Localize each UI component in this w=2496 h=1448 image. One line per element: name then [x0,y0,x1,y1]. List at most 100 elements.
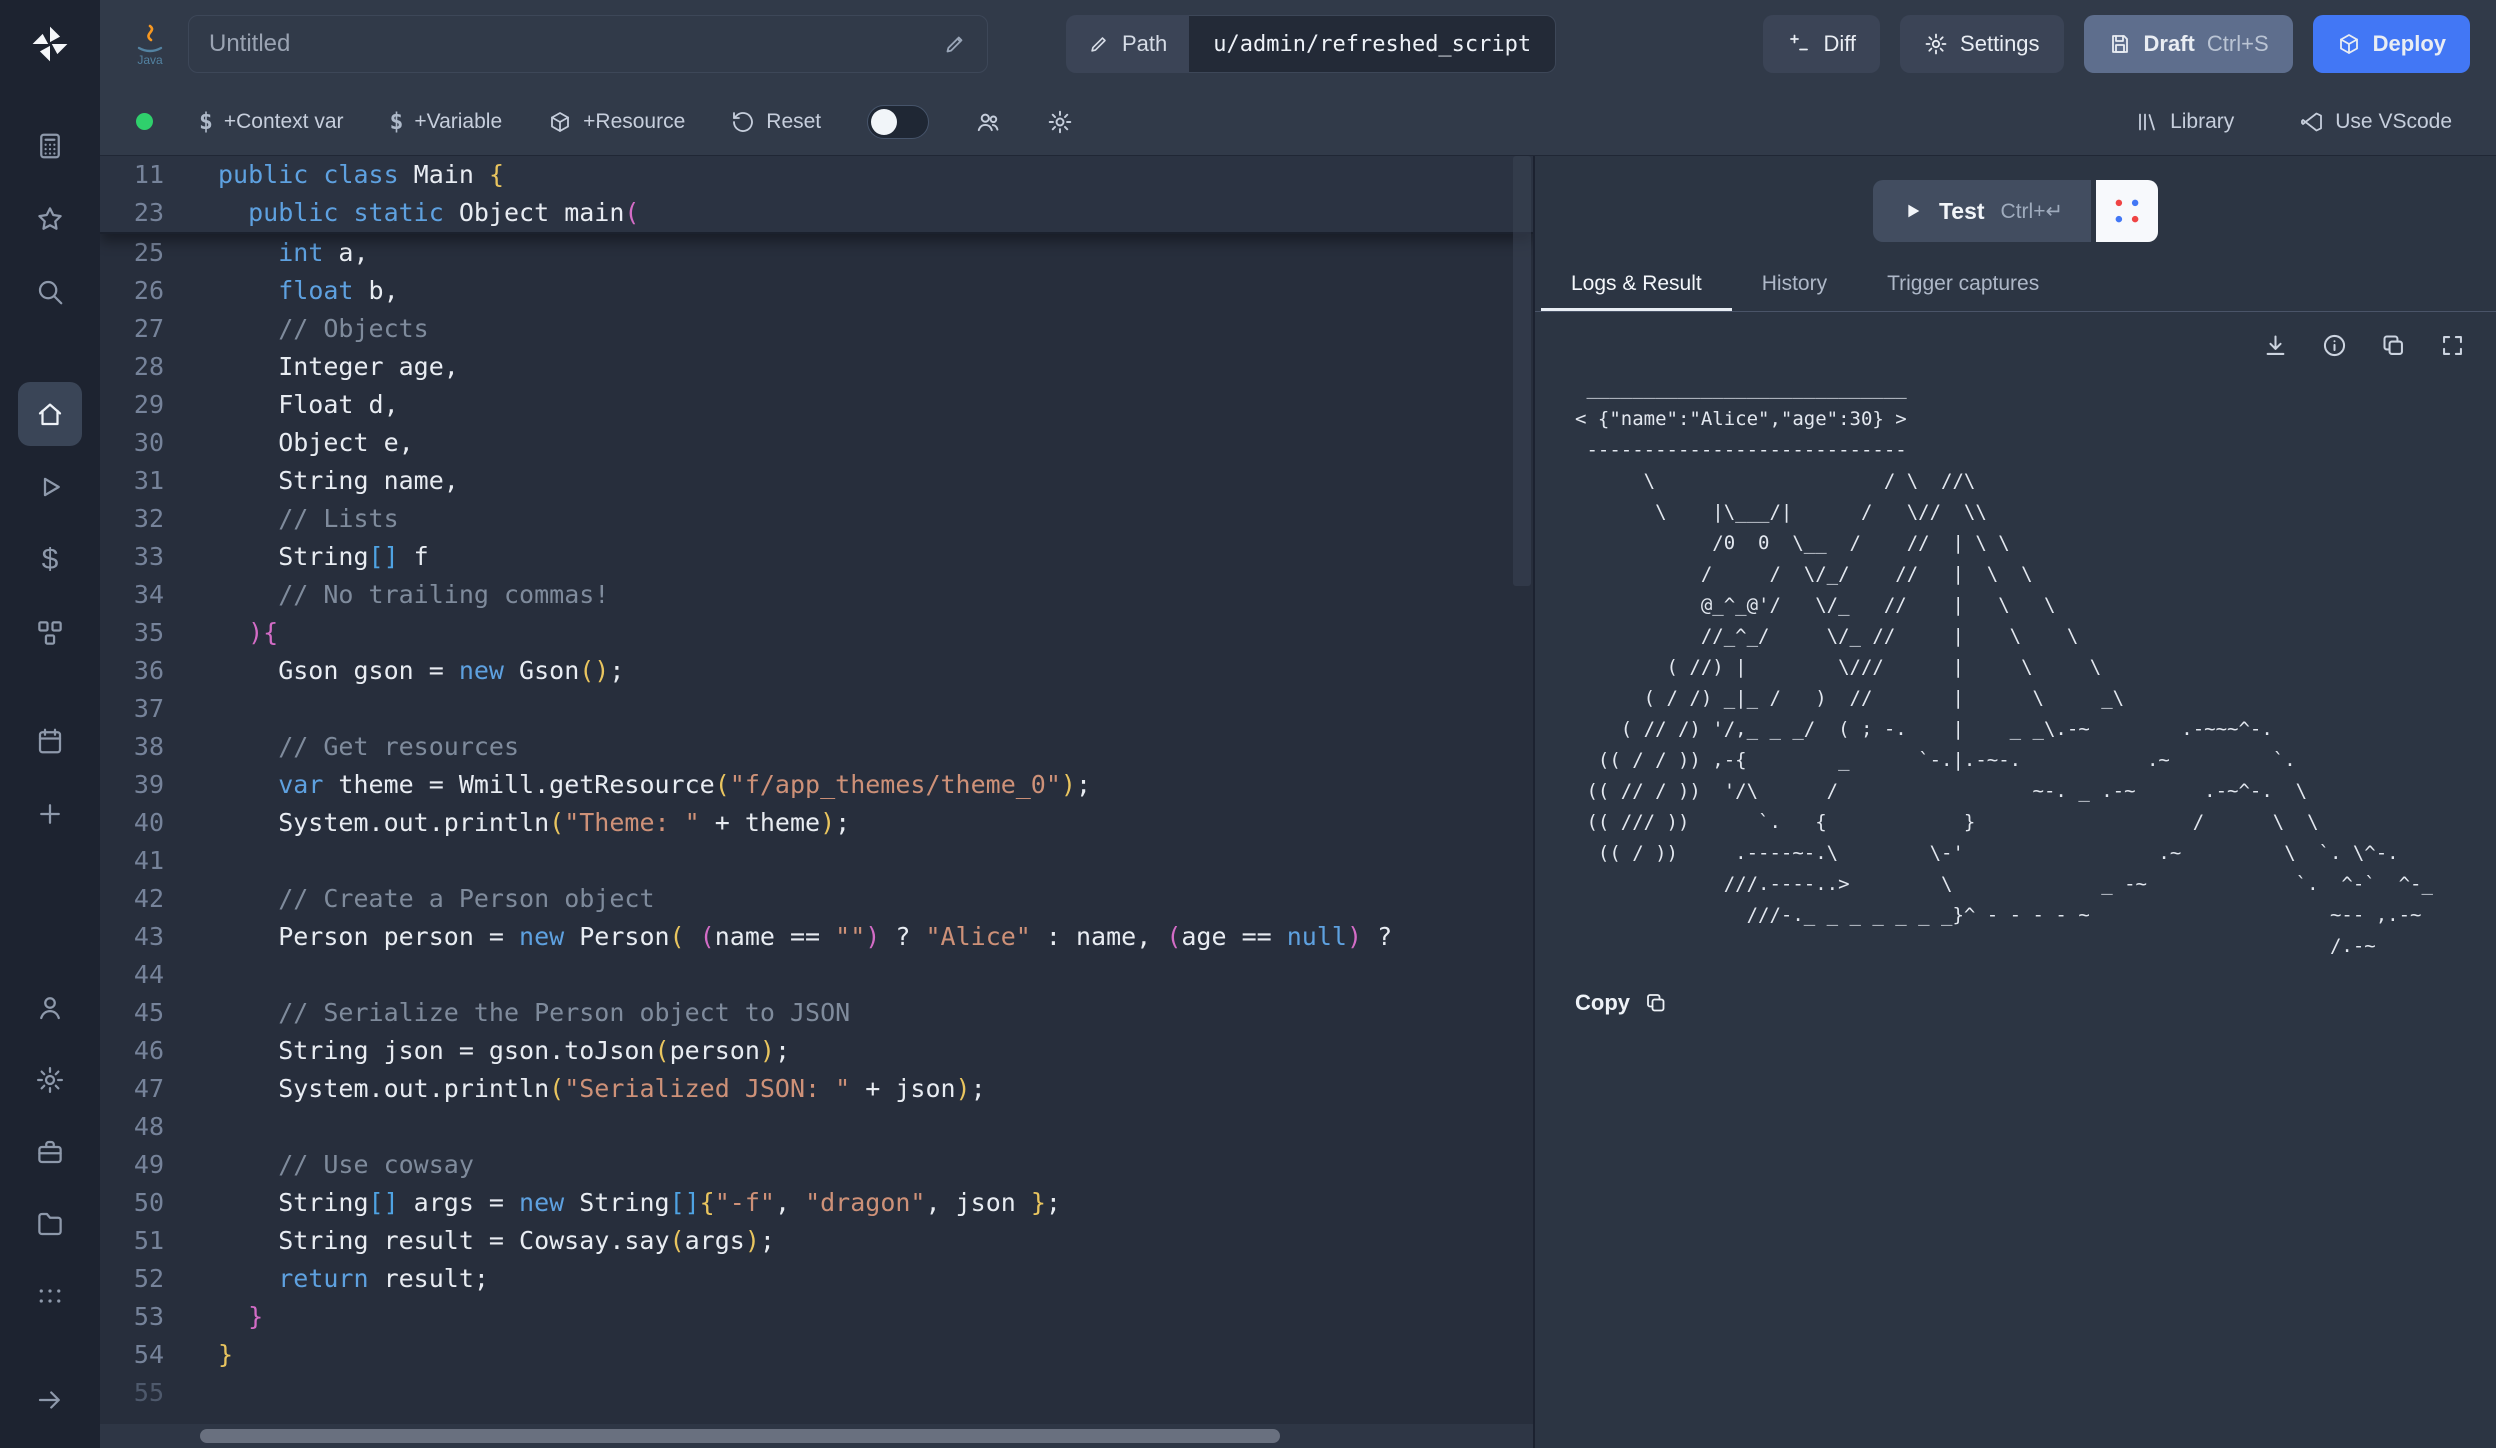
tab-trigger-captures[interactable]: Trigger captures [1857,256,2069,311]
test-button[interactable]: Test Ctrl+↵ [1873,180,2091,242]
code-line[interactable]: 45 // Serialize the Person object to JSO… [100,994,1533,1032]
code-line[interactable]: 34 // No trailing commas! [100,576,1533,614]
code-line[interactable]: 23 public static Object main( [100,194,1533,232]
use-vscode-button[interactable]: Use VScode [2300,110,2452,134]
sidebar-item-runs[interactable] [18,455,82,519]
assistant-toggle[interactable] [867,105,929,139]
code-line[interactable]: 41 [100,842,1533,880]
code-line[interactable]: 47 System.out.println("Serialized JSON: … [100,1070,1533,1108]
sidebar-group-top [18,114,82,324]
line-number: 35 [100,614,164,652]
code-line[interactable]: 52 return result; [100,1260,1533,1298]
sidebar-item-favorites[interactable] [18,187,82,251]
info-icon [2321,332,2348,359]
deploy-button[interactable]: Deploy [2313,15,2470,73]
code-line[interactable]: 51 String result = Cowsay.say(args); [100,1222,1533,1260]
code-line[interactable]: 27 // Objects [100,310,1533,348]
script-name-input[interactable] [209,30,943,58]
sidebar-item-variables[interactable]: $ [18,528,82,592]
diff-button[interactable]: Diff [1763,15,1880,73]
code-line[interactable]: 30 Object e, [100,424,1533,462]
code-text: var theme = Wmill.getResource("f/app_the… [164,766,1091,804]
code-text: Gson gson = new Gson(); [164,652,624,690]
reset-button[interactable]: Reset [731,110,821,134]
add-variable-button[interactable]: $ +Variable [390,109,503,135]
sidebar-item-home[interactable] [18,382,82,446]
collaborators-button[interactable] [975,109,1001,135]
code-line[interactable]: 38 // Get resources [100,728,1533,766]
user-icon [35,993,65,1023]
code-line[interactable]: 42 // Create a Person object [100,880,1533,918]
code-text: float b, [164,272,399,310]
sidebar-item-workers[interactable] [18,1120,82,1184]
vertical-scrollbar[interactable] [1513,156,1531,586]
sidebar-item-folders[interactable] [18,1192,82,1256]
tab-history[interactable]: History [1732,256,1857,311]
code-text: public class Main { [164,156,504,194]
code-editor[interactable]: 11public class Main {23 public static Ob… [100,156,1533,1448]
copy-result-json-button[interactable] [2380,332,2407,359]
horizontal-scrollbar-track[interactable] [100,1424,1533,1448]
reset-label: Reset [766,110,821,134]
sidebar-item-settings[interactable] [18,1048,82,1112]
code-line[interactable]: 54} [100,1336,1533,1374]
code-line[interactable]: 35 ){ [100,614,1533,652]
line-number: 33 [100,538,164,576]
editor-settings-button[interactable] [1047,109,1073,135]
code-line[interactable]: 44 [100,956,1533,994]
code-line[interactable]: 31 String name, [100,462,1533,500]
nodes-icon [35,618,65,648]
code-line[interactable]: 40 System.out.println("Theme: " + theme)… [100,804,1533,842]
code-line[interactable]: 43 Person person = new Person( (name == … [100,918,1533,956]
code-line[interactable]: 50 String[] args = new String[]{"-f", "d… [100,1184,1533,1222]
script-path[interactable]: u/admin/refreshed_script [1189,15,1556,73]
copy-result-button[interactable]: Copy [1535,962,2496,1016]
code-line[interactable]: 55 [100,1374,1533,1412]
sidebar-item-search[interactable] [18,260,82,324]
expand-sidebar-button[interactable] [18,1368,82,1432]
draft-button[interactable]: Draft Ctrl+S [2084,15,2293,73]
code-line[interactable]: 28 Integer age, [100,348,1533,386]
code-line[interactable]: 33 String[] f [100,538,1533,576]
sidebar-item-users[interactable] [18,976,82,1040]
code-line[interactable]: 46 String json = gson.toJson(person); [100,1032,1533,1070]
sidebar-item-resources[interactable] [18,601,82,665]
code-line[interactable]: 25 int a, [100,234,1533,272]
capture-button[interactable] [2096,180,2158,242]
folder-icon [35,1209,65,1239]
tab-logs-result[interactable]: Logs & Result [1541,256,1732,311]
pencil-icon [1088,33,1110,55]
horizontal-scrollbar-thumb[interactable] [200,1429,1280,1443]
code-line[interactable]: 49 // Use cowsay [100,1146,1533,1184]
code-line[interactable]: 11public class Main { [100,156,1533,194]
library-button[interactable]: Library [2135,110,2234,134]
search-icon [35,277,65,307]
code-line[interactable]: 39 var theme = Wmill.getResource("f/app_… [100,766,1533,804]
code-line[interactable]: 36 Gson gson = new Gson(); [100,652,1533,690]
java-icon: Java [128,21,172,67]
code-line[interactable]: 48 [100,1108,1533,1146]
code-line[interactable]: 29 Float d, [100,386,1533,424]
download-result-button[interactable] [2262,332,2289,359]
assistant-toggle-group [867,105,929,139]
add-context-var-button[interactable]: $ +Context var [199,109,344,135]
code-line[interactable]: 32 // Lists [100,500,1533,538]
code-line[interactable]: 37 [100,690,1533,728]
sidebar-item-schedules[interactable] [18,709,82,773]
path-button[interactable]: Path [1066,15,1189,73]
add-resource-button[interactable]: +Resource [548,110,685,134]
edit-name-icon[interactable] [943,32,967,56]
windmill-logo[interactable] [28,0,72,88]
sidebar-item-groups[interactable] [18,1264,82,1328]
code-line[interactable]: 53 } [100,1298,1533,1336]
sidebar-item-create[interactable] [18,782,82,846]
result-info-button[interactable] [2321,332,2348,359]
settings-button[interactable]: Settings [1900,15,2064,73]
line-number: 49 [100,1146,164,1184]
sidebar-item-calculator[interactable] [18,114,82,178]
code-line[interactable]: 26 float b, [100,272,1533,310]
line-number: 30 [100,424,164,462]
expand-result-button[interactable] [2439,332,2466,359]
deploy-button-label: Deploy [2373,31,2446,57]
script-name-field[interactable] [188,15,988,73]
